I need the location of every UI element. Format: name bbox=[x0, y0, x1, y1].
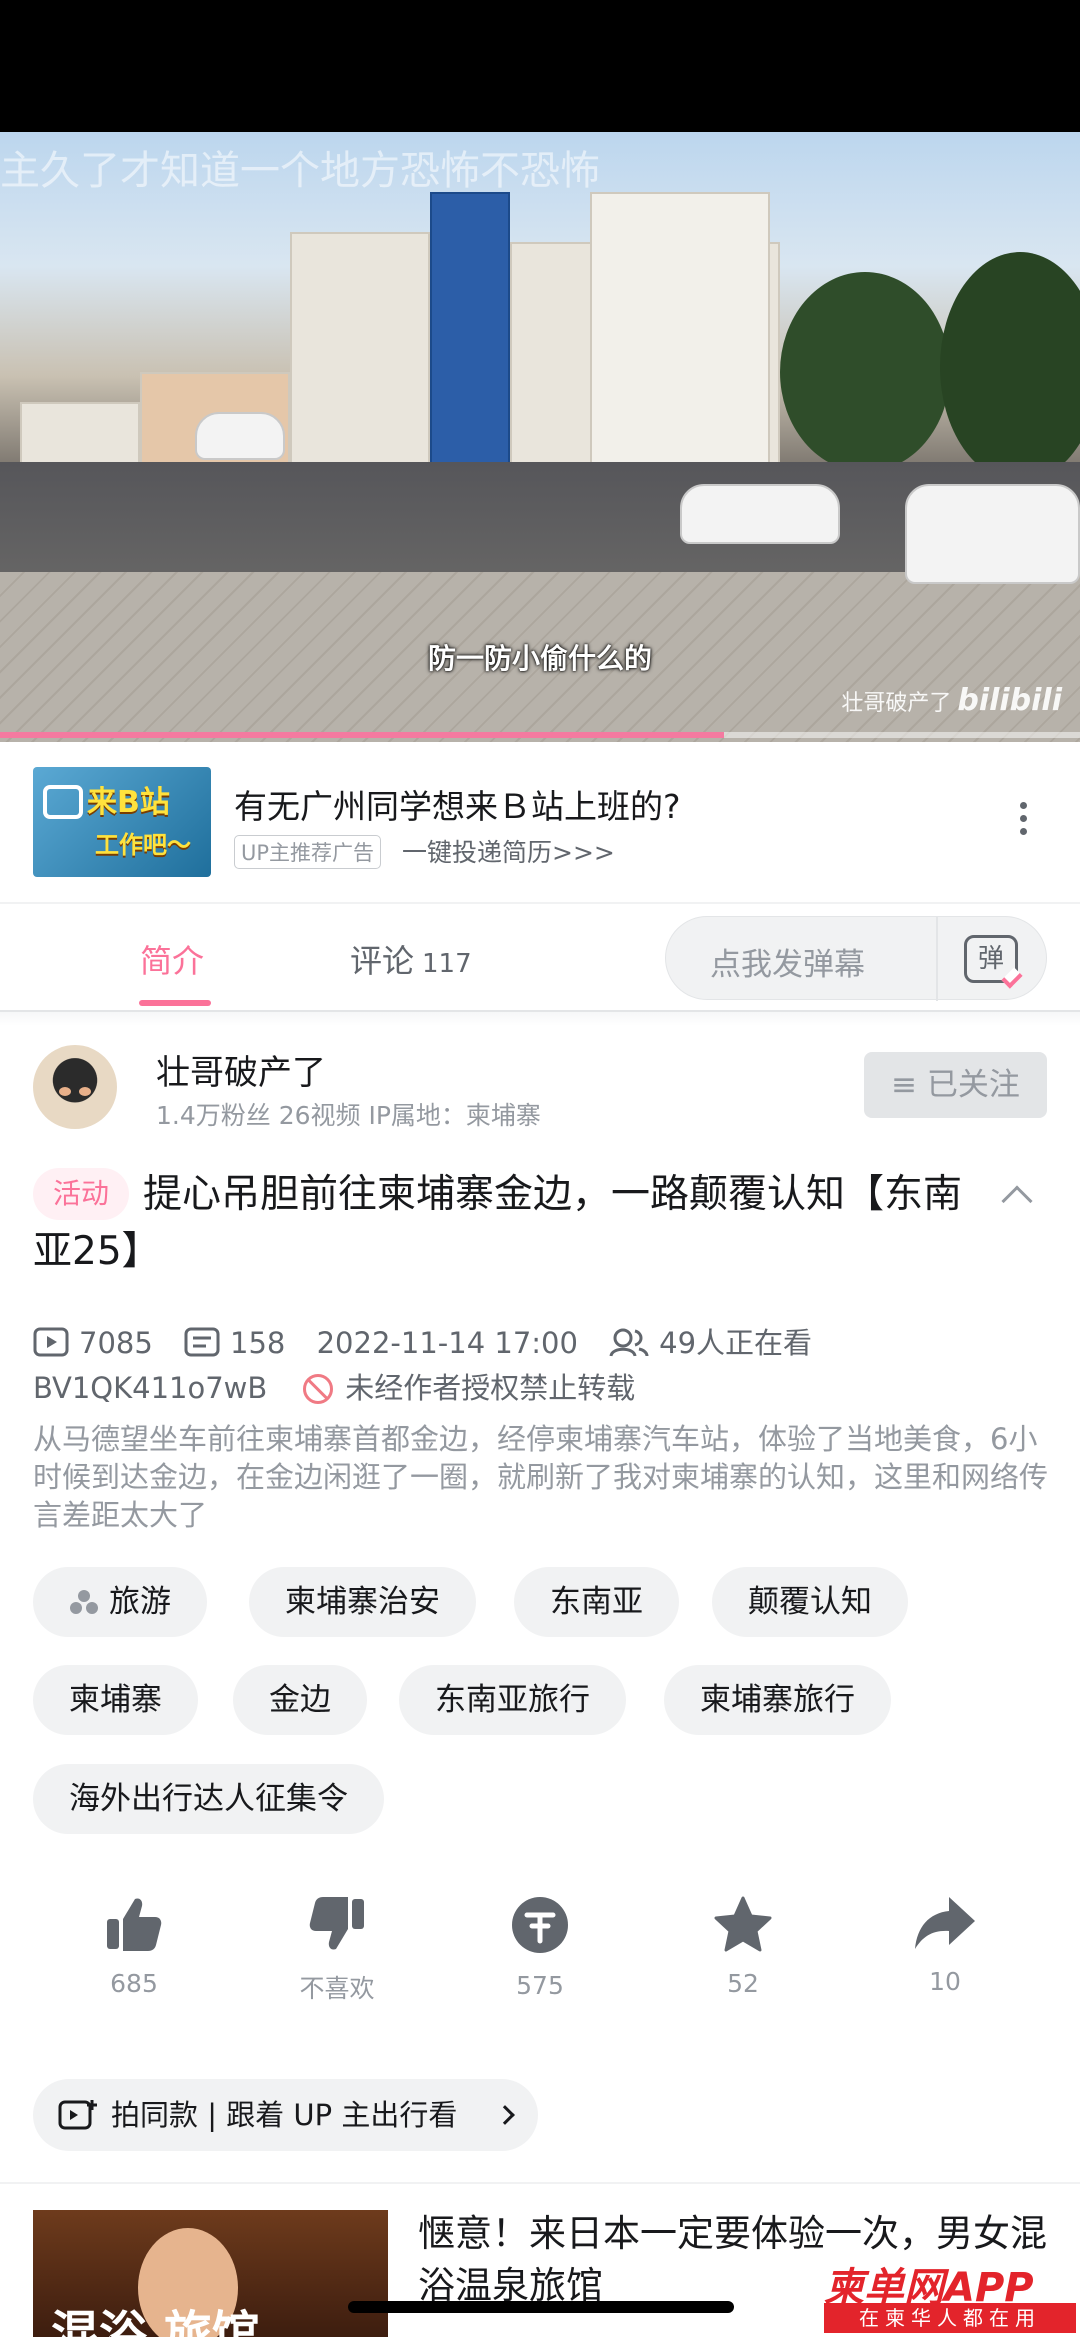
tag-chip[interactable]: 柬埔寨旅行 bbox=[664, 1665, 891, 1735]
chevron-up-icon[interactable] bbox=[1001, 1185, 1033, 1217]
tag-chip[interactable]: 颠覆认知 bbox=[712, 1567, 908, 1637]
building bbox=[290, 232, 430, 492]
forbidden-icon bbox=[303, 1374, 334, 1404]
uploader-name[interactable]: 壮哥破产了 bbox=[156, 1045, 326, 1094]
share-arrow-icon bbox=[915, 1897, 975, 1949]
car bbox=[680, 484, 840, 544]
bilibili-logo: bilibili bbox=[957, 683, 1062, 718]
like-button[interactable]: 685 bbox=[69, 1895, 199, 1998]
views-count: 7085 bbox=[79, 1326, 153, 1360]
tab-comments-label: 评论 bbox=[350, 942, 415, 980]
danmaku-stat: 158 bbox=[184, 1326, 285, 1360]
tab-active-indicator bbox=[139, 1000, 211, 1006]
play-icon bbox=[33, 1327, 69, 1357]
same-style-label: 拍同款 | 跟着 UP 主出行看 bbox=[111, 2098, 458, 2132]
danmaku-icon bbox=[184, 1327, 220, 1357]
ad-badge: UP主推荐广告 bbox=[234, 835, 382, 869]
ad-title[interactable]: 有无广州同学想来Ｂ站上班的? bbox=[234, 780, 681, 828]
copyright-notice: 未经作者授权禁止转载 bbox=[345, 1371, 636, 1405]
ad-banner[interactable]: 来B站 工作吧～ 有无广州同学想来Ｂ站上班的? UP主推荐广告 一键投递简历>>… bbox=[0, 742, 1080, 904]
chevron-right-icon bbox=[495, 2105, 515, 2125]
section-shadow bbox=[0, 1012, 1080, 1026]
category-icon bbox=[70, 1590, 98, 1614]
building bbox=[590, 192, 770, 492]
thumbs-up-icon bbox=[107, 1898, 162, 1951]
people-icon bbox=[609, 1328, 649, 1357]
ad-thumb-line2: 工作吧～ bbox=[95, 831, 191, 859]
car bbox=[905, 484, 1080, 584]
camera-add-icon bbox=[58, 2100, 97, 2130]
car bbox=[195, 412, 285, 460]
bvid[interactable]: BV1QK411o7wB bbox=[33, 1371, 267, 1405]
tag-chip[interactable]: 东南亚旅行 bbox=[399, 1665, 626, 1735]
share-button[interactable]: 10 bbox=[880, 1895, 1010, 1996]
video-player[interactable]: 主久了才知道一个地方恐怖不恐怖 防一防小偷什么的 壮哥破产了 bilibili bbox=[0, 132, 1080, 742]
coin-icon bbox=[512, 1897, 568, 1953]
bilibili-tv-icon bbox=[43, 785, 83, 819]
divider bbox=[936, 917, 938, 1001]
share-count: 10 bbox=[929, 1967, 961, 1996]
video-title[interactable]: 活动 提心吊胆前往柬埔寨金边，一路颠覆认知【东南亚25】 bbox=[33, 1166, 993, 1280]
divider bbox=[0, 2182, 1080, 2184]
action-bar: 685 不喜欢 575 52 10 bbox=[0, 1895, 1080, 2035]
tag-chip[interactable]: 柬埔寨 bbox=[33, 1665, 198, 1735]
comment-count: 117 bbox=[422, 949, 472, 979]
tag-chip[interactable]: 海外出行达人征集令 bbox=[33, 1764, 384, 1834]
danmaku-count: 158 bbox=[230, 1326, 286, 1360]
video-title-overlay: 主久了才知道一个地方恐怖不恐怖 bbox=[0, 148, 600, 194]
activity-tag[interactable]: 活动 bbox=[33, 1168, 130, 1220]
uploader-meta: 1.4万粉丝 26视频 IP属地：柬埔寨 bbox=[156, 1101, 541, 1130]
thumbs-down-icon bbox=[309, 1897, 364, 1950]
dislike-label: 不喜欢 bbox=[299, 1974, 375, 2003]
tab-intro[interactable]: 简介 bbox=[140, 936, 204, 982]
watching-stat: 49人正在看 bbox=[609, 1320, 812, 1362]
danmaku-toggle-icon[interactable]: 弹 bbox=[964, 935, 1018, 983]
watching-count: 49人正在看 bbox=[659, 1326, 813, 1360]
video-title-text: 提心吊胆前往柬埔寨金边，一路颠覆认知【东南亚25】 bbox=[33, 1172, 963, 1274]
same-style-button[interactable]: 拍同款 | 跟着 UP 主出行看 bbox=[33, 2079, 538, 2151]
watermark-user: 壮哥破产了 bbox=[841, 691, 952, 716]
favorite-count: 52 bbox=[727, 1969, 759, 1998]
tag-label: 旅游 bbox=[109, 1584, 171, 1620]
like-count: 685 bbox=[110, 1969, 158, 1998]
danmaku-placeholder: 点我发弹幕 bbox=[710, 947, 865, 983]
video-progress-bar[interactable] bbox=[0, 732, 1080, 738]
thumbnail-caption: 混浴 旅馆 bbox=[51, 2306, 260, 2337]
coin-count: 575 bbox=[516, 1971, 564, 2000]
tree bbox=[940, 252, 1080, 482]
tag-chip-travel[interactable]: 旅游 bbox=[33, 1567, 207, 1637]
video-progress-fill bbox=[0, 732, 724, 738]
brand-slogan: 在柬华人都在用 bbox=[824, 2303, 1076, 2333]
bv-line: BV1QK411o7wB 未经作者授权禁止转载 bbox=[33, 1365, 635, 1407]
tab-comments[interactable]: 评论 117 bbox=[350, 936, 472, 982]
recommended-thumbnail[interactable]: 混浴 旅馆 bbox=[33, 2210, 388, 2337]
favorite-button[interactable]: 52 bbox=[678, 1895, 808, 1998]
dislike-button[interactable]: 不喜欢 bbox=[272, 1895, 402, 2005]
bilibili-watermark: 壮哥破产了 bilibili bbox=[841, 683, 1062, 718]
video-description: 从马德望坐车前往柬埔寨首都金边，经停柬埔寨汽车站，体验了当地美食，6小时候到达金… bbox=[33, 1422, 1049, 1532]
coin-button[interactable]: 575 bbox=[475, 1895, 605, 2000]
views-stat: 7085 bbox=[33, 1326, 153, 1360]
status-bar bbox=[0, 0, 1080, 132]
more-options-icon[interactable] bbox=[1020, 802, 1030, 841]
billboard bbox=[430, 192, 510, 492]
avatar[interactable] bbox=[33, 1045, 117, 1129]
ad-thumb-line1: 来B站 bbox=[87, 785, 170, 820]
home-indicator[interactable] bbox=[348, 2301, 734, 2313]
ad-thumbnail[interactable]: 来B站 工作吧～ bbox=[33, 767, 211, 877]
star-icon bbox=[714, 1896, 772, 1952]
publish-date: 2022-11-14 17:00 bbox=[316, 1326, 578, 1360]
tree bbox=[780, 272, 950, 472]
tag-chip[interactable]: 金边 bbox=[233, 1665, 367, 1735]
video-stats: 7085 158 2022-11-14 17:00 49人正在看 bbox=[33, 1320, 834, 1362]
danmaku-input[interactable]: 点我发弹幕 弹 bbox=[665, 916, 1047, 1001]
follow-button[interactable]: ≡ 已关注 bbox=[864, 1052, 1047, 1118]
tag-chip[interactable]: 柬埔寨治安 bbox=[249, 1567, 476, 1637]
ad-subtitle[interactable]: 一键投递简历>>> bbox=[402, 833, 615, 869]
tag-chip[interactable]: 东南亚 bbox=[514, 1567, 679, 1637]
video-subtitle: 防一防小偷什么的 bbox=[427, 642, 652, 675]
